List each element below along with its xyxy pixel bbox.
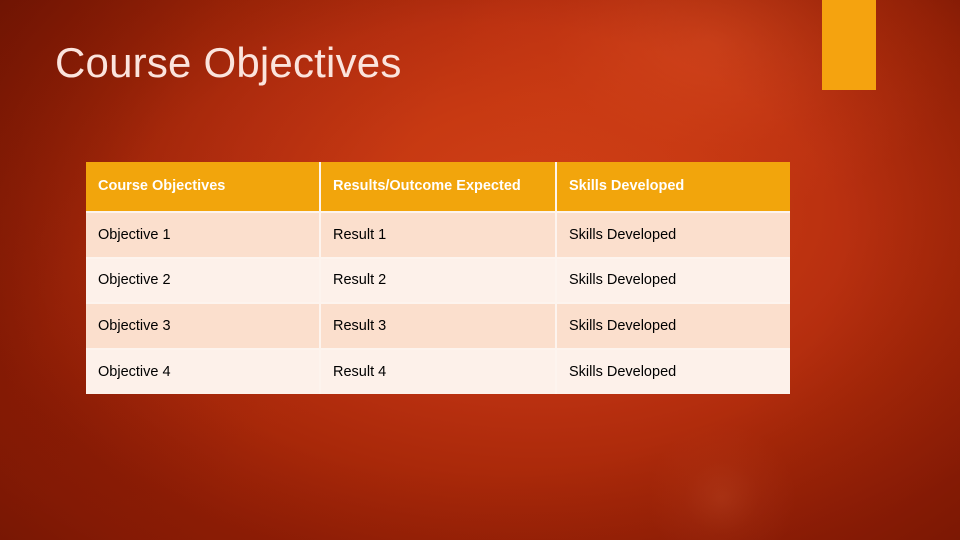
top-right-accent-rectangle: [822, 0, 876, 90]
column-header-skills-developed: Skills Developed: [556, 162, 790, 213]
cell-objective: Objective 2: [86, 257, 321, 304]
table-header: Course Objectives Results/Outcome Expect…: [86, 162, 790, 213]
page-title: Course Objectives: [55, 39, 402, 86]
cell-result: Result 1: [320, 212, 557, 259]
cell-skills-developed: Skills Developed: [556, 348, 790, 394]
cell-result: Result 3: [320, 303, 557, 350]
table-row: Objective 3 Result 3 Skills Developed: [86, 303, 790, 350]
table-row: Objective 2 Result 2 Skills Developed: [86, 257, 790, 304]
slide-canvas: Course Objectives Course Objectives Resu…: [0, 0, 960, 540]
cell-objective: Objective 4: [86, 348, 321, 394]
cell-skills-developed: Skills Developed: [556, 303, 790, 350]
table-row: Objective 4 Result 4 Skills Developed: [86, 348, 790, 394]
cell-skills-developed: Skills Developed: [556, 257, 790, 304]
table-row: Objective 1 Result 1 Skills Developed: [86, 212, 790, 259]
cell-objective: Objective 3: [86, 303, 321, 350]
cell-objective: Objective 1: [86, 212, 321, 259]
cell-result: Result 4: [320, 348, 557, 394]
course-objectives-table: Course Objectives Results/Outcome Expect…: [86, 162, 790, 394]
table-header-row: Course Objectives Results/Outcome Expect…: [86, 162, 790, 213]
table-body: Objective 1 Result 1 Skills Developed Ob…: [86, 212, 790, 394]
cell-skills-developed: Skills Developed: [556, 212, 790, 259]
cell-result: Result 2: [320, 257, 557, 304]
column-header-course-objectives: Course Objectives: [86, 162, 321, 213]
column-header-results-outcome-expected: Results/Outcome Expected: [320, 162, 557, 213]
